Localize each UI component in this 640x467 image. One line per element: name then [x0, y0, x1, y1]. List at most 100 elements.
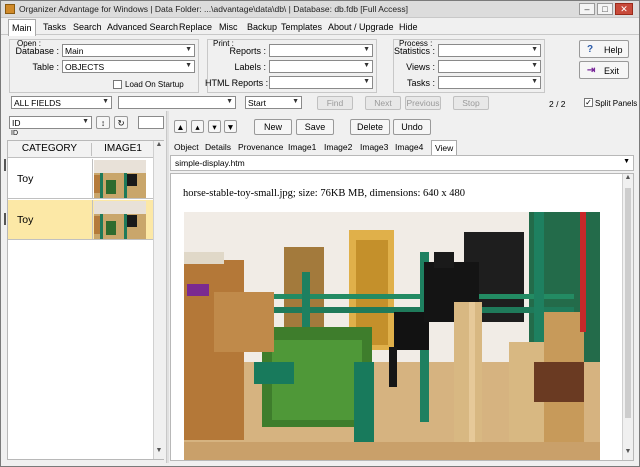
table-select[interactable]: OBJECTS ▼: [62, 60, 195, 73]
sort-field-select[interactable]: ID ▼: [9, 116, 92, 129]
reports-select[interactable]: ▼: [269, 44, 373, 57]
reports-label: Reports :: [229, 46, 266, 56]
help-icon: ?: [587, 44, 594, 55]
labels-select[interactable]: ▼: [269, 60, 373, 73]
column-header-category[interactable]: CATEGORY: [8, 143, 92, 156]
application-window: Organizer Advantage for Windows | Data F…: [0, 0, 640, 467]
load-on-startup-label: Load On Startup: [125, 80, 184, 89]
search-mode-select[interactable]: Start ▼: [245, 96, 302, 109]
tab-image1[interactable]: Image1: [288, 140, 316, 155]
view-scrollbar[interactable]: ▲ ▼: [622, 174, 633, 460]
chevron-down-icon: ▼: [185, 46, 192, 53]
help-button[interactable]: ? Help: [579, 40, 629, 58]
scroll-up-icon[interactable]: ▲: [623, 174, 633, 186]
scroll-thumb[interactable]: [625, 188, 631, 418]
search-field-select[interactable]: ALL FIELDS ▼: [11, 96, 112, 109]
tab-image2[interactable]: Image2: [324, 140, 352, 155]
sort-toggle-icon: ↕: [100, 118, 106, 128]
quick-filter-input[interactable]: [138, 116, 164, 129]
database-select[interactable]: Main ▼: [62, 44, 195, 57]
minimize-button[interactable]: –: [579, 3, 595, 15]
views-select[interactable]: ▼: [438, 60, 541, 73]
scroll-down-icon[interactable]: ▼: [623, 448, 633, 460]
chevron-down-icon: ▼: [185, 62, 192, 69]
html-view-panel: horse-stable-toy-small.jpg; size: 76KB M…: [170, 173, 634, 461]
undo-button[interactable]: Undo: [393, 119, 431, 135]
database-value: Main: [65, 46, 84, 56]
menu-templates[interactable]: Templates: [281, 22, 322, 32]
chevron-down-icon: ▼: [531, 46, 538, 53]
template-select[interactable]: simple-display.htm ▼: [170, 155, 634, 171]
load-on-startup-checkbox[interactable]: [113, 80, 122, 89]
database-label: Database :: [15, 46, 59, 56]
tab-object[interactable]: Object: [174, 140, 199, 155]
record-list-header: CATEGORY IMAGE1: [8, 141, 153, 158]
search-mode-value: Start: [248, 98, 266, 108]
column-divider: [92, 159, 93, 199]
row-indicator: [4, 159, 6, 171]
menu-main[interactable]: Main: [8, 19, 36, 36]
menu-search[interactable]: Search: [73, 22, 102, 32]
menu-tasks[interactable]: Tasks: [43, 22, 66, 32]
table-row-selected[interactable]: Toy: [8, 200, 153, 240]
previous-button[interactable]: Previous: [405, 96, 441, 110]
labels-label: Labels :: [234, 62, 266, 72]
previous-record-button[interactable]: ▴: [191, 120, 204, 133]
template-value: simple-display.htm: [175, 158, 245, 168]
exit-button-label: Exit: [604, 66, 620, 76]
stop-button[interactable]: Stop: [453, 96, 489, 110]
tab-image4[interactable]: Image4: [395, 140, 423, 155]
menu-hide[interactable]: Hide: [399, 22, 418, 32]
table-row[interactable]: Toy: [8, 159, 153, 199]
last-record-icon: ▼: [226, 122, 235, 132]
chevron-down-icon: ▼: [292, 98, 299, 105]
row-thumbnail-image: [94, 160, 146, 198]
chevron-down-icon: ▼: [531, 78, 538, 85]
app-icon: [5, 4, 15, 14]
chevron-down-icon: ▼: [82, 118, 89, 125]
column-header-image1[interactable]: IMAGE1: [93, 143, 153, 154]
next-button[interactable]: Next: [365, 96, 401, 110]
tab-image3[interactable]: Image3: [360, 140, 388, 155]
chevron-down-icon: ▼: [531, 62, 538, 69]
search-term-input[interactable]: ▼: [118, 96, 236, 109]
refresh-icon: ↻: [117, 118, 125, 128]
first-record-button[interactable]: ▲: [174, 120, 187, 133]
horse-stable-photo: [184, 212, 600, 460]
chevron-down-icon: ▼: [623, 158, 630, 165]
help-button-label: Help: [604, 45, 623, 55]
chevron-down-icon: ▼: [226, 98, 233, 105]
menu-about-upgrade[interactable]: About / Upgrade: [328, 22, 394, 32]
last-record-button[interactable]: ▼: [224, 120, 237, 133]
menu-misc[interactable]: Misc: [219, 22, 238, 32]
maximize-button[interactable]: □: [597, 3, 613, 15]
tab-details[interactable]: Details: [205, 140, 231, 155]
panel-splitter[interactable]: [166, 111, 169, 463]
menu-backup[interactable]: Backup: [247, 22, 277, 32]
statistics-select[interactable]: ▼: [438, 44, 541, 57]
menu-advanced-search[interactable]: Advanced Search: [107, 22, 178, 32]
refresh-button[interactable]: ↻: [114, 116, 128, 129]
close-window-button[interactable]: ✕: [615, 3, 633, 15]
html-reports-select[interactable]: ▼: [269, 76, 373, 89]
menu-bar: Main Tasks Search Advanced Search Replac…: [1, 19, 639, 36]
delete-record-button[interactable]: Delete: [350, 119, 390, 135]
tab-provenance[interactable]: Provenance: [238, 140, 283, 155]
scroll-down-icon[interactable]: ▼: [154, 447, 164, 459]
image-info-text: horse-stable-toy-small.jpg; size: 76KB M…: [183, 188, 466, 199]
scroll-up-icon[interactable]: ▲: [154, 141, 164, 153]
exit-button[interactable]: ⇥ Exit: [579, 61, 629, 79]
next-record-icon: ▾: [212, 122, 217, 132]
tasks-label: Tasks :: [406, 78, 435, 88]
split-panels-checkbox[interactable]: ✓: [584, 98, 593, 107]
save-record-button[interactable]: Save: [296, 119, 334, 135]
record-list-scrollbar[interactable]: ▲ ▼: [153, 141, 164, 459]
sort-toggle-button[interactable]: ↕: [96, 116, 110, 129]
new-record-button[interactable]: New: [254, 119, 292, 135]
menu-replace[interactable]: Replace: [179, 22, 212, 32]
tab-view[interactable]: View: [431, 140, 458, 155]
find-button[interactable]: Find: [317, 96, 353, 110]
tasks-select[interactable]: ▼: [438, 76, 541, 89]
chevron-down-icon: ▼: [363, 62, 370, 69]
next-record-button[interactable]: ▾: [208, 120, 221, 133]
